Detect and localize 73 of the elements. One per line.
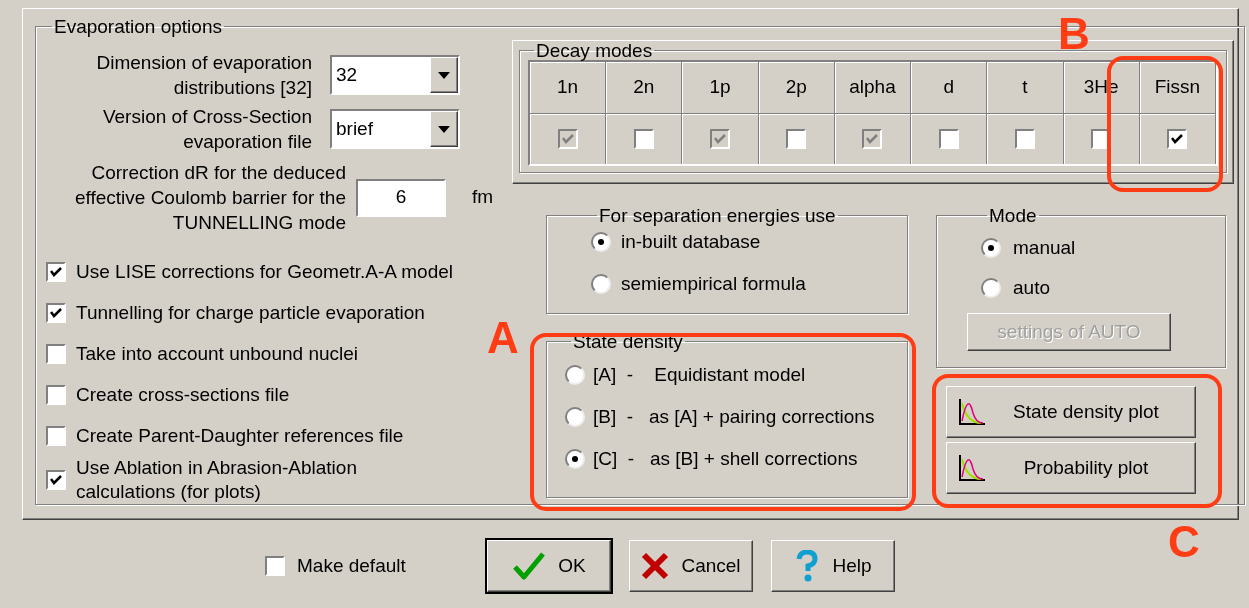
column-header: 2p — [758, 62, 835, 114]
radio-label: [B] - as [A] + pairing corrections — [593, 404, 875, 429]
dropdown[interactable]: 32 — [330, 55, 460, 95]
radio-button[interactable] — [591, 274, 611, 294]
radio-button[interactable] — [591, 232, 611, 252]
checkbox[interactable] — [633, 129, 654, 149]
radio-button[interactable] — [981, 238, 1001, 258]
column-header: 2n — [606, 62, 683, 114]
column-header: Fissn — [1139, 62, 1216, 114]
field-label: Version of Cross-Section evaporation file — [101, 105, 312, 154]
ok-button[interactable]: OK — [487, 540, 611, 592]
checkbox-label: Make default — [297, 553, 406, 578]
radio-label: in-built database — [621, 229, 761, 254]
checkbox[interactable] — [265, 556, 285, 576]
cancel-button[interactable]: Cancel — [629, 540, 753, 592]
dropdown[interactable]: brief — [330, 109, 460, 149]
radio-label: auto — [1013, 275, 1050, 300]
field-label: Correction dR for the deduced effective Coulomb barrier for the TUNNELLING mode — [73, 161, 346, 235]
radio-button[interactable] — [565, 365, 585, 385]
checkmark-icon — [560, 133, 575, 145]
checkmark-icon — [713, 133, 728, 145]
checkbox[interactable] — [938, 129, 959, 149]
dropdown-value: brief — [336, 116, 373, 141]
column-header: d — [911, 62, 988, 114]
plot-button[interactable]: State density plot — [946, 386, 1196, 438]
radio-label: [C] - as [B] + shell corrections — [593, 446, 858, 471]
checkmark-icon — [49, 306, 63, 319]
plot-icon — [957, 453, 987, 483]
checkmark-icon — [512, 551, 547, 581]
unit-label: fm — [472, 185, 494, 210]
checkbox[interactable] — [46, 384, 66, 405]
checkmark-icon — [1170, 133, 1185, 145]
checkbox[interactable] — [46, 261, 66, 282]
option-label: Use Ablation in Abrasion-Ablation calculations (for plots) — [76, 456, 358, 504]
radio-label: semiempirical formula — [621, 271, 806, 296]
option-label: Use LISE corrections for Geometr.A-A model — [76, 259, 454, 284]
checkbox[interactable] — [46, 425, 66, 446]
option-label: Create Parent-Daughter references file — [76, 423, 405, 448]
field-label: Dimension of evaporation distributions [32] — [95, 51, 312, 100]
plot-button[interactable]: Probability plot — [946, 442, 1196, 494]
column-header: 1p — [682, 62, 759, 114]
annotation-letter: A — [487, 316, 519, 360]
radio-button[interactable] — [565, 449, 585, 469]
column-header: 1n — [530, 62, 607, 114]
column-header: alpha — [834, 62, 912, 114]
option-label: Create cross-sections file — [76, 382, 291, 407]
option-label: Take into account unbound nuclei — [76, 341, 360, 366]
checkmark-icon — [49, 474, 63, 486]
cross-icon — [641, 552, 670, 580]
group-title: Evaporation options — [53, 17, 223, 36]
group-title: For separation energies use — [598, 206, 837, 225]
radio-label: manual — [1013, 235, 1076, 260]
checkbox[interactable] — [786, 129, 807, 149]
checkmark-icon — [865, 133, 880, 145]
checkbox[interactable] — [1014, 129, 1035, 149]
annotation-letter: B — [1058, 12, 1090, 56]
option-label: Tunnelling for charge particle evaporation — [76, 300, 426, 325]
checkmark-icon — [49, 265, 63, 278]
plot-icon — [957, 397, 987, 427]
group-title: Mode — [988, 206, 1038, 225]
checkbox[interactable] — [1167, 129, 1188, 149]
dropdown-value: 32 — [336, 62, 358, 87]
radio-label: [A] - Equidistant model — [593, 362, 806, 387]
group-title: Decay modes — [535, 41, 654, 60]
radio-button[interactable] — [981, 278, 1001, 298]
radio-button[interactable] — [565, 407, 585, 427]
help-button[interactable]: Help — [771, 540, 895, 592]
checkbox[interactable] — [46, 343, 66, 364]
checkbox[interactable] — [46, 470, 66, 490]
annotation-letter: C — [1168, 520, 1200, 564]
checkbox[interactable] — [46, 302, 66, 323]
input-field[interactable]: 6 — [356, 178, 446, 217]
column-header: t — [987, 62, 1064, 114]
